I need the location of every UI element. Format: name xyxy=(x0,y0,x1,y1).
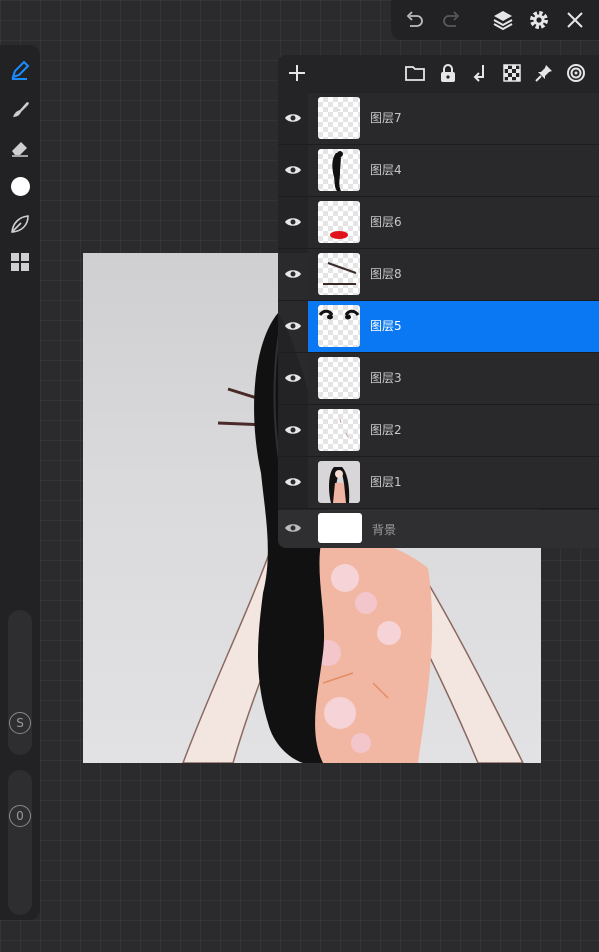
visibility-eye-icon[interactable] xyxy=(282,263,304,285)
visibility-eye-icon[interactable] xyxy=(282,211,304,233)
spiral-icon[interactable] xyxy=(564,61,588,85)
visibility-eye-icon[interactable] xyxy=(282,419,304,441)
layers-panel-header xyxy=(278,55,599,93)
gallery-icon[interactable] xyxy=(8,250,32,274)
brush-size-knob[interactable]: S xyxy=(9,712,31,734)
layer-name: 图层2 xyxy=(370,423,402,437)
layer-name: 图层3 xyxy=(370,371,402,385)
background-layer-name: 背景 xyxy=(372,523,397,537)
folder-icon[interactable] xyxy=(403,61,427,85)
opacity-knob[interactable]: 0 xyxy=(9,805,31,827)
left-toolbar: S 0 xyxy=(0,45,40,920)
layer-row[interactable]: 图层6 xyxy=(278,197,599,249)
layer-thumbnail xyxy=(318,97,360,139)
layer-name: 图层1 xyxy=(370,475,402,489)
redo-icon[interactable] xyxy=(440,8,464,32)
visibility-eye-icon[interactable] xyxy=(282,159,304,181)
color-swatch-icon[interactable] xyxy=(8,174,32,198)
selection-icon[interactable] xyxy=(8,212,32,236)
brush-icon[interactable] xyxy=(8,58,32,82)
layer-name: 图层4 xyxy=(370,163,402,177)
pin-icon[interactable] xyxy=(532,61,556,85)
layer-name: 图层8 xyxy=(370,267,402,281)
layer-thumbnail xyxy=(318,357,360,399)
layer-thumbnail xyxy=(318,149,360,191)
layer-row[interactable]: 图层4 xyxy=(278,145,599,197)
lock-icon[interactable] xyxy=(436,61,460,85)
layer-row[interactable]: 图层3 xyxy=(278,353,599,405)
visibility-eye-icon[interactable] xyxy=(282,517,304,539)
layer-name: 图层6 xyxy=(370,215,402,229)
visibility-eye-icon[interactable] xyxy=(282,315,304,337)
layer-row-selected[interactable]: 图层5 xyxy=(278,301,599,353)
visibility-eye-icon[interactable] xyxy=(282,107,304,129)
layer-row[interactable]: 图层8 xyxy=(278,249,599,301)
layers-panel: 图层7 图层4 图层6 图层8 图层5 图层3 图层2 图层1 背景 xyxy=(278,55,599,548)
layer-thumbnail xyxy=(318,305,360,347)
merge-down-icon[interactable] xyxy=(468,61,492,85)
layer-row[interactable]: 图层7 xyxy=(278,93,599,145)
background-color-thumbnail[interactable] xyxy=(318,513,362,543)
smudge-icon[interactable] xyxy=(8,97,32,121)
background-layer-row[interactable]: 背景 xyxy=(278,510,599,548)
layer-name: 图层7 xyxy=(370,111,402,125)
visibility-eye-icon[interactable] xyxy=(282,471,304,493)
checkerboard-icon[interactable] xyxy=(500,61,524,85)
layer-thumbnail xyxy=(318,409,360,451)
layer-row[interactable]: 图层2 xyxy=(278,405,599,457)
layer-thumbnail xyxy=(318,253,360,295)
add-layer-icon[interactable] xyxy=(285,61,309,85)
layer-row[interactable]: 图层1 xyxy=(278,457,599,509)
layer-thumbnail xyxy=(318,201,360,243)
undo-icon[interactable] xyxy=(402,8,426,32)
eraser-icon[interactable] xyxy=(8,136,32,160)
settings-icon[interactable] xyxy=(527,8,551,32)
opacity-slider[interactable] xyxy=(8,770,32,915)
layer-name: 图层5 xyxy=(370,319,402,333)
layer-thumbnail xyxy=(318,461,360,503)
top-action-bar xyxy=(391,0,599,40)
layers-icon[interactable] xyxy=(491,8,515,32)
close-icon[interactable] xyxy=(563,8,587,32)
visibility-eye-icon[interactable] xyxy=(282,367,304,389)
